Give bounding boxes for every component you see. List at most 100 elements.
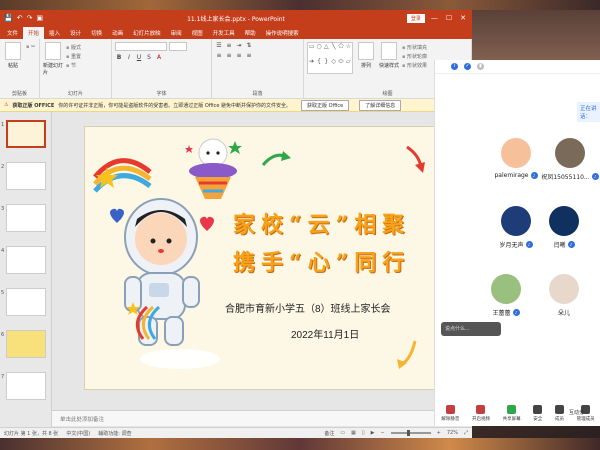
tab-developer[interactable]: 开发工具 <box>208 27 240 39</box>
slide-sorter-icon[interactable]: ▦ <box>351 430 356 436</box>
chat-input[interactable]: 说点什么... <box>441 322 501 336</box>
accessibility-status[interactable]: 辅助功能: 调查 <box>98 430 131 437</box>
slide-thumbnail[interactable] <box>6 330 46 358</box>
security-button[interactable]: 安全 <box>533 405 543 422</box>
shield-icon[interactable]: ✓ <box>464 63 471 70</box>
autosave-icon[interactable]: 💾 <box>4 14 13 22</box>
arrow-icon <box>281 151 291 161</box>
undo-icon[interactable]: ↶ <box>17 14 23 22</box>
bold-icon[interactable]: B <box>115 54 123 61</box>
slide-thumbnail[interactable] <box>6 204 46 232</box>
signal-icon[interactable]: ▮ <box>477 63 484 70</box>
avatar <box>501 138 531 168</box>
participant-tile[interactable]: 闫曦 ♪ <box>529 206 599 249</box>
tab-view[interactable]: 视图 <box>187 27 208 39</box>
layout-button[interactable]: 版式 <box>66 44 81 51</box>
learn-more-button[interactable]: 了解详细信息 <box>359 99 402 111</box>
italic-icon[interactable]: I <box>125 54 133 61</box>
align-center-icon[interactable]: ≡ <box>225 52 233 59</box>
redo-icon[interactable]: ↷ <box>27 14 33 22</box>
font-size-combo[interactable] <box>169 42 187 51</box>
group-font: B I U S A 字体 <box>112 39 212 98</box>
start-presentation-icon[interactable]: ▣ <box>36 14 43 22</box>
tab-animations[interactable]: 动画 <box>107 27 128 39</box>
share-screen-button[interactable]: 共享屏幕 <box>503 405 521 422</box>
shape-outline-button[interactable]: 形状轮廓 <box>402 53 427 60</box>
maximize-icon[interactable]: ☐ <box>446 14 452 22</box>
zoom-out-icon[interactable]: − <box>380 430 384 436</box>
participant-tile[interactable]: 祝凤15055110... ♪ <box>535 138 600 181</box>
status-bar: 幻灯片 第 1 张，共 8 张 中文(中国) 辅助功能: 调查 备注 ▭ ▦ ▯… <box>0 427 472 438</box>
section-button[interactable]: 节 <box>66 62 81 69</box>
mic-icon: ♪ <box>512 309 520 316</box>
ribbon-tabs: 文件 开始 插入 设计 切换 动画 幻灯片放映 审阅 视图 开发工具 帮助 操作… <box>0 26 472 39</box>
align-left-icon[interactable]: ≡ <box>215 52 223 59</box>
justify-icon[interactable]: ≡ <box>245 52 253 59</box>
shadow-icon[interactable]: S <box>145 54 153 61</box>
new-slide-button[interactable]: 新建幻灯片 <box>43 42 63 95</box>
shape-fill-button[interactable]: 形状填充 <box>402 44 427 51</box>
participant-tile[interactable]: 朵儿 <box>529 274 599 317</box>
tab-file[interactable]: 文件 <box>2 27 23 39</box>
normal-view-icon[interactable]: ▭ <box>340 430 345 436</box>
tab-help[interactable]: 帮助 <box>240 27 261 39</box>
ribbon: 粘贴 ✂ 剪贴板 新建幻灯片 版式 重置 节 幻灯片 B I <box>0 39 472 99</box>
language-status[interactable]: 中文(中国) <box>66 430 90 437</box>
tab-design[interactable]: 设计 <box>65 27 86 39</box>
slide-thumbnail[interactable] <box>6 372 46 400</box>
arrange-button[interactable]: 排列 <box>356 42 376 95</box>
slideshow-icon[interactable]: ▶ <box>371 430 375 436</box>
current-slide[interactable]: 家校“云”相聚 携手“心”同行 合肥市育新小学五（8）班线上家长会 2022年1… <box>84 126 472 390</box>
tab-slideshow[interactable]: 幻灯片放映 <box>128 27 166 39</box>
reading-view-icon[interactable]: ▯ <box>362 430 365 436</box>
tab-review[interactable]: 审阅 <box>166 27 187 39</box>
notes-button[interactable]: 备注 <box>324 430 334 437</box>
slide-thumbnail[interactable] <box>6 246 46 274</box>
login-button[interactable]: 登录 <box>406 13 425 23</box>
get-genuine-button[interactable]: 获取正版 Office <box>301 99 350 111</box>
members-icon <box>554 405 564 414</box>
quick-styles-button[interactable]: 快速样式 <box>379 42 399 95</box>
members-button[interactable]: 成员 <box>554 405 564 422</box>
heart-icon <box>200 216 214 231</box>
zoom-in-icon[interactable]: + <box>437 430 441 436</box>
title-bar: 💾 ↶ ↷ ▣ 11.1线上家长会.pptx - PowerPoint 登录 —… <box>0 10 472 26</box>
font-color-icon[interactable]: A <box>155 54 163 61</box>
reset-button[interactable]: 重置 <box>66 53 81 60</box>
extra-label: 互动分 <box>569 410 585 416</box>
underline-icon[interactable]: U <box>135 54 143 61</box>
numbering-icon[interactable]: ≡ <box>225 42 233 49</box>
start-video-button[interactable]: 开启视频 <box>472 405 490 422</box>
align-right-icon[interactable]: ≡ <box>235 52 243 59</box>
arrow-icon <box>415 162 425 173</box>
fit-slide-icon[interactable]: ⤢ <box>464 430 468 436</box>
tell-me-search[interactable]: 操作说明搜索 <box>261 27 304 39</box>
slide-thumbnail[interactable] <box>6 120 46 148</box>
notes-pane[interactable]: 单击此处添加备注 <box>52 410 472 426</box>
tab-home[interactable]: 开始 <box>23 27 45 39</box>
slide-thumbnail[interactable] <box>6 288 46 316</box>
cut-icon[interactable]: ✂ <box>26 44 35 50</box>
zoom-slider[interactable] <box>390 430 431 436</box>
zoom-slider-knob[interactable] <box>407 430 411 436</box>
text-direction-icon[interactable]: ⇅ <box>245 42 253 49</box>
minimize-icon[interactable]: — <box>431 14 438 22</box>
info-icon[interactable]: i <box>451 63 458 70</box>
paste-button[interactable]: 粘贴 <box>3 42 23 95</box>
meeting-panel: i ✓ ▮ 正在讲话： palemirage ♪ 祝凤15055110... ♪… <box>434 60 600 426</box>
tab-insert[interactable]: 插入 <box>44 27 65 39</box>
indent-icon[interactable]: ⇥ <box>235 42 243 49</box>
bullets-icon[interactable]: ☰ <box>215 42 223 49</box>
desktop-background-right <box>472 10 600 60</box>
tab-transitions[interactable]: 切换 <box>86 27 107 39</box>
slide-editing-area: 家校“云”相聚 携手“心”同行 合肥市育新小学五（8）班线上家长会 2022年1… <box>52 112 472 427</box>
close-icon[interactable]: ✕ <box>460 14 466 22</box>
mic-icon: ♪ <box>591 173 599 180</box>
zoom-level[interactable]: 72% <box>447 430 458 436</box>
font-name-combo[interactable] <box>115 42 167 51</box>
heart-icon <box>110 208 124 223</box>
unmute-button[interactable]: 解除静音 <box>441 405 459 422</box>
slide-thumbnail[interactable] <box>6 162 46 190</box>
shape-effects-button[interactable]: 形状效果 <box>402 62 427 69</box>
shapes-gallery[interactable]: ▭ ○ △ ╲ ⬠ ☆ ➔{} ◇ ⬭ ▱ <box>307 42 353 74</box>
